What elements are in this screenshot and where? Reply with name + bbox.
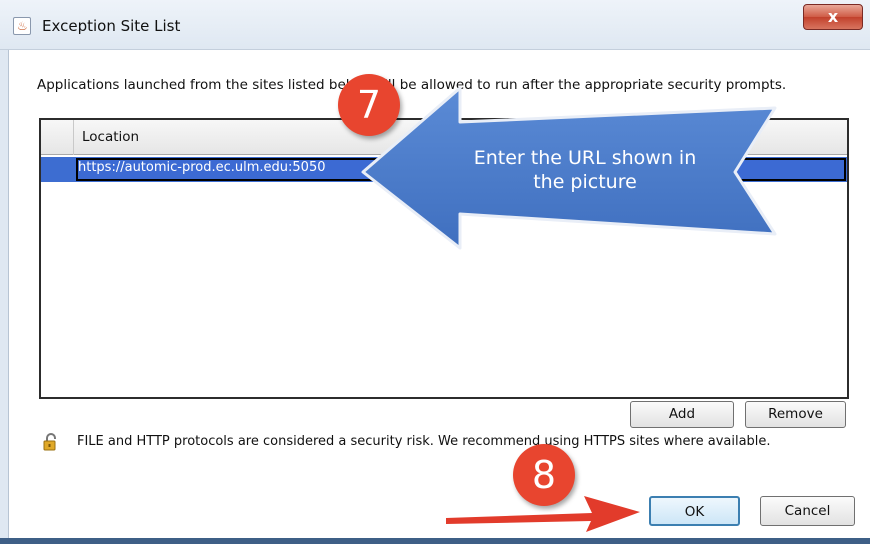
callout-line-2: the picture <box>533 171 637 193</box>
step-7-badge: 7 <box>338 74 400 136</box>
step-8-badge: 8 <box>513 444 575 506</box>
callout-text: Enter the URL shown in the picture <box>455 146 715 194</box>
callout-line-1: Enter the URL shown in <box>473 147 697 169</box>
annotation-overlay <box>361 86 777 532</box>
